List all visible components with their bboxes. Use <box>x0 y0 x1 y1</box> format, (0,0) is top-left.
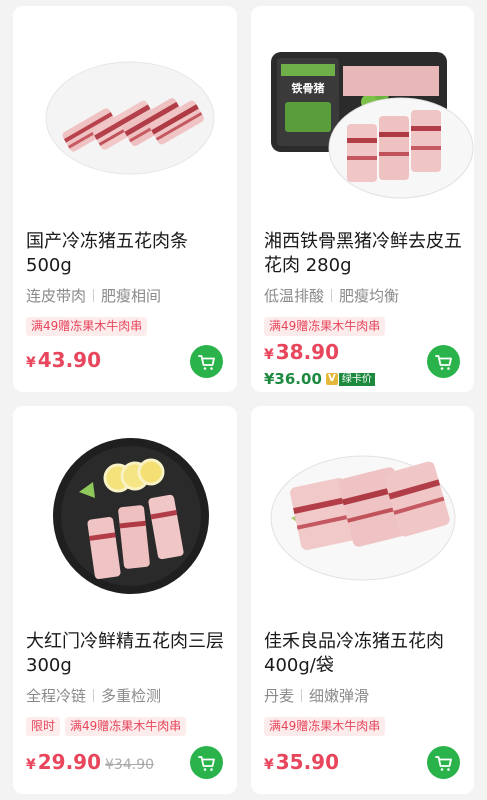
promo-tags: 满49赠冻果木牛肉串 <box>264 717 386 736</box>
add-to-cart-button[interactable] <box>190 746 223 779</box>
pork-belly-strips-image <box>45 61 215 175</box>
product-title[interactable]: 大红门冷鲜精五花肉三层 300g <box>26 630 227 678</box>
shopping-cart-icon <box>197 755 215 771</box>
product-image[interactable]: 铁骨猪 <box>251 6 474 218</box>
add-to-cart-button[interactable] <box>190 345 223 378</box>
feature-label: 多重检测 <box>101 687 162 705</box>
feature-divider <box>93 289 95 302</box>
product-card[interactable]: 大红门冷鲜精五花肉三层 300g 全程冷链 多重检测 限时 满49赠冻果木牛肉串 … <box>13 406 237 794</box>
add-to-cart-button[interactable] <box>427 746 460 779</box>
original-price: ¥34.90 <box>105 757 155 773</box>
feature-divider <box>93 689 95 702</box>
product-price: ¥29.90 ¥34.90 <box>26 750 154 774</box>
shopping-cart-icon <box>434 755 452 771</box>
promo-tags: 满49赠冻果木牛肉串 <box>26 317 148 336</box>
feature-divider <box>331 289 333 302</box>
feature-divider <box>301 689 303 702</box>
product-price: ¥35.90 <box>264 750 339 774</box>
product-image[interactable] <box>13 6 237 218</box>
feature-label: 连皮带肉 <box>26 287 87 305</box>
product-title[interactable]: 佳禾良品冷冻猪五花肉400g/袋 <box>264 630 464 678</box>
product-features: 全程冷链 多重检测 <box>26 685 229 706</box>
package-brand-text: 铁骨猪 <box>292 81 325 95</box>
price-value: 38.90 <box>275 340 340 364</box>
promo-tags: 限时 满49赠冻果木牛肉串 <box>26 717 187 736</box>
packaged-pork-image: 铁骨猪 <box>271 52 474 199</box>
pork-on-black-plate-image <box>53 438 209 594</box>
promo-tag: 限时 <box>26 717 61 736</box>
product-title[interactable]: 国产冷冻猪五花肉条500g <box>26 230 227 278</box>
product-card[interactable]: 铁骨猪 湘西铁骨黑猪冷鲜去皮五花肉 280g 低温排酸 肥瘦均衡 满49赠冻果木牛… <box>251 6 474 392</box>
pork-belly-on-white-plate-image <box>270 455 456 581</box>
shopping-cart-icon <box>197 354 215 370</box>
feature-label: 丹麦 <box>264 687 295 705</box>
price-value: 29.90 <box>37 750 102 774</box>
product-price: ¥38.90 <box>264 340 339 364</box>
product-title[interactable]: 湘西铁骨黑猪冷鲜去皮五花肉 280g <box>264 230 464 278</box>
product-card[interactable]: 佳禾良品冷冻猪五花肉400g/袋 丹麦 细嫩弹滑 满49赠冻果木牛肉串 ¥35.9… <box>251 406 474 794</box>
promo-tag: 满49赠冻果木牛肉串 <box>264 717 386 736</box>
currency-symbol: ¥ <box>26 757 36 773</box>
promo-tag: 满49赠冻果木牛肉串 <box>264 317 386 336</box>
feature-label: 全程冷链 <box>26 687 87 705</box>
product-features: 低温排酸 肥瘦均衡 <box>264 285 466 306</box>
currency-symbol: ¥ <box>26 355 36 371</box>
promo-tags: 满49赠冻果木牛肉串 <box>264 317 386 336</box>
product-price: ¥43.90 <box>26 348 101 372</box>
feature-label: 低温排酸 <box>264 287 325 305</box>
promo-tag: 满49赠冻果木牛肉串 <box>26 317 148 336</box>
product-features: 丹麦 细嫩弹滑 <box>264 685 466 706</box>
shopping-cart-icon <box>434 354 452 370</box>
member-price: ¥36.00 V 绿卡价 <box>264 370 375 388</box>
member-price-label: 绿卡价 <box>338 372 375 386</box>
currency-symbol: ¥ <box>264 757 274 773</box>
feature-label: 细嫩弹滑 <box>309 687 370 705</box>
product-image[interactable] <box>251 406 474 618</box>
promo-tag: 满49赠冻果木牛肉串 <box>65 717 187 736</box>
price-value: 43.90 <box>37 348 102 372</box>
feature-label: 肥瘦均衡 <box>339 287 400 305</box>
member-price-value: ¥36.00 <box>264 370 322 388</box>
vip-badge-icon: V <box>325 373 338 385</box>
currency-symbol: ¥ <box>264 347 274 363</box>
feature-label: 肥瘦相间 <box>101 287 162 305</box>
add-to-cart-button[interactable] <box>427 345 460 378</box>
product-features: 连皮带肉 肥瘦相间 <box>26 285 229 306</box>
product-image[interactable] <box>13 406 237 618</box>
price-value: 35.90 <box>275 750 340 774</box>
product-card[interactable]: 国产冷冻猪五花肉条500g 连皮带肉 肥瘦相间 满49赠冻果木牛肉串 ¥43.90 <box>13 6 237 392</box>
